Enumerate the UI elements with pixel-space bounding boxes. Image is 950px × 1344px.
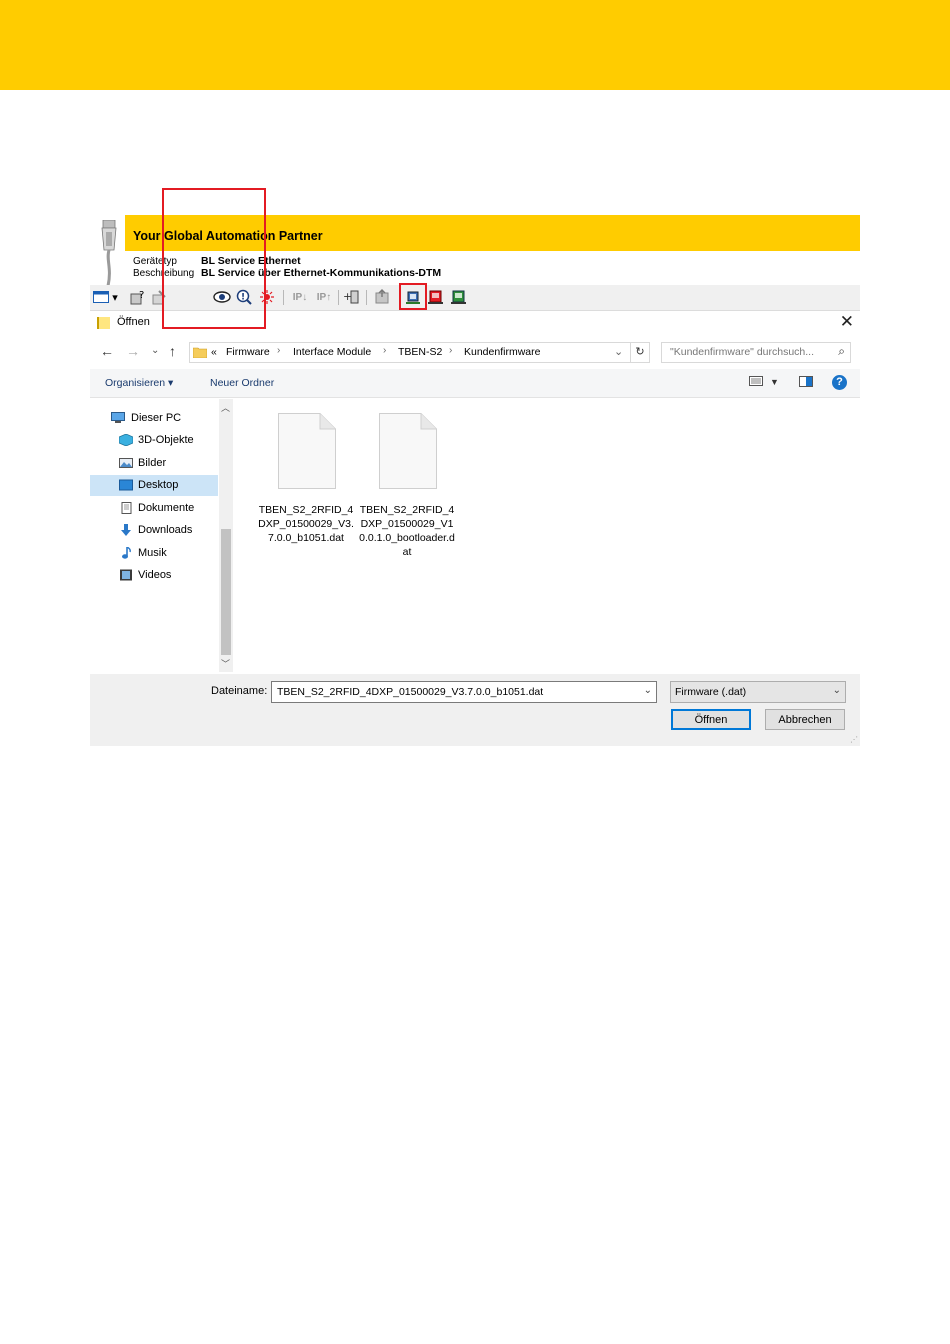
computer-icon: [111, 412, 125, 424]
firmware-icon-highlight: [399, 283, 427, 310]
command-bar: Organisieren ▾ Neuer Ordner ▼ ?: [90, 369, 860, 398]
desktop-icon: [119, 479, 133, 491]
file-name: TBEN_S2_2RFID_4DXP_01500029_V3.7.0.0_b10…: [258, 504, 354, 544]
tree-scrollbar[interactable]: ︿ ﹀: [219, 399, 233, 672]
filename-label: Dateiname:: [211, 685, 268, 697]
svg-text:?: ?: [139, 290, 144, 301]
view-dropdown-icon[interactable]: ▼: [770, 377, 779, 387]
view-dropdown-icon[interactable]: ▾: [110, 289, 120, 305]
scrollbar-thumb[interactable]: [221, 529, 231, 655]
ip-download-icon[interactable]: IP↓: [289, 289, 311, 305]
music-icon: [119, 546, 133, 559]
tree-item-dokumente[interactable]: Dokumente: [90, 498, 218, 519]
cancel-button[interactable]: Abbrechen: [765, 709, 845, 730]
open-button[interactable]: Öffnen: [671, 709, 751, 730]
recent-dropdown-icon[interactable]: ⌄: [151, 345, 159, 356]
back-arrow-icon[interactable]: ←: [100, 343, 114, 359]
pictures-icon: [119, 457, 133, 469]
tree-item-label: Desktop: [138, 479, 179, 491]
forward-arrow-icon[interactable]: →: [126, 343, 140, 359]
breadcrumb-overflow[interactable]: «: [211, 346, 217, 358]
toolbar-separator: [283, 290, 284, 305]
download-icon: [119, 524, 133, 536]
dialog-title: Öffnen: [117, 316, 150, 328]
tree-item-label: Musik: [138, 547, 167, 559]
selected-file-highlight: [162, 188, 266, 329]
cube-icon: [118, 433, 134, 447]
device-green-icon[interactable]: [450, 289, 468, 305]
tree-item-musik[interactable]: Musik: [90, 543, 218, 564]
resize-grip-icon[interactable]: ⋰: [850, 735, 858, 744]
preview-pane-icon[interactable]: [799, 376, 813, 390]
tree-item-label: Bilder: [138, 457, 167, 469]
dialog-app-icon: [97, 317, 110, 329]
chevron-down-icon[interactable]: ⌄: [614, 345, 623, 358]
breadcrumb-interface-module[interactable]: Interface Module: [293, 346, 371, 358]
organize-button[interactable]: Organisieren ▾: [105, 377, 173, 389]
scroll-down-icon[interactable]: ﹀: [221, 657, 230, 670]
upload-device-icon[interactable]: [373, 289, 391, 305]
navigation-row: ← → ⌄ ↑ « Firmware › Interface Module › …: [90, 339, 860, 365]
page-header-band: [0, 0, 950, 90]
tree-item-dieser-pc[interactable]: Dieser PC: [90, 408, 218, 429]
close-icon[interactable]: ✕: [840, 312, 854, 332]
tree-item-label: Videos: [138, 569, 172, 581]
breadcrumb-kundenfirmware[interactable]: Kundenfirmware: [464, 346, 540, 358]
file-icon: [379, 413, 437, 489]
ethernet-cable-icon: [101, 220, 117, 286]
tree-item-videos[interactable]: Videos: [90, 565, 218, 586]
filename-value: TBEN_S2_2RFID_4DXP_01500029_V3.7.0.0_b10…: [277, 686, 544, 698]
chevron-down-icon[interactable]: ⌄: [644, 685, 652, 696]
file-list: TBEN_S2_2RFID_4DXP_01500029_V3.7.0.0_b10…: [238, 399, 860, 674]
folder-icon: [193, 347, 207, 358]
search-icon: ⌕: [838, 344, 845, 358]
tree-item-3d-objekte[interactable]: 3D-Objekte: [90, 430, 218, 451]
search-placeholder: "Kundenfirmware" durchsuch...: [670, 346, 815, 358]
device-red-icon[interactable]: [427, 289, 445, 305]
help-icon[interactable]: ?: [832, 375, 847, 390]
ip-upload-icon[interactable]: IP↑: [313, 289, 335, 305]
dialog-footer: Dateiname: TBEN_S2_2RFID_4DXP_01500029_V…: [90, 674, 860, 746]
navigation-tree: Dieser PC 3D-Objekte Bilder Desktop Doku…: [90, 399, 233, 669]
tree-item-downloads[interactable]: Downloads: [90, 520, 218, 541]
document-icon: [119, 502, 133, 514]
tree-item-bilder[interactable]: Bilder: [90, 453, 218, 474]
up-arrow-icon[interactable]: ↑: [169, 343, 176, 359]
breadcrumb-firmware[interactable]: Firmware: [226, 346, 270, 358]
file-name: TBEN_S2_2RFID_4DXP_01500029_V10.0.1.0_bo…: [359, 504, 455, 558]
refresh-icon[interactable]: ↻: [630, 342, 650, 363]
file-item[interactable]: TBEN_S2_2RFID_4DXP_01500029_V3.7.0.0_b10…: [256, 407, 356, 547]
video-icon: [119, 569, 133, 581]
search-input[interactable]: "Kundenfirmware" durchsuch... ⌕: [661, 342, 851, 363]
breadcrumb-tben-s2[interactable]: TBEN-S2: [398, 346, 442, 358]
chevron-right-icon: ›: [277, 345, 281, 356]
chevron-right-icon: ›: [383, 345, 387, 356]
view-options-icon[interactable]: [749, 376, 763, 389]
filename-input[interactable]: TBEN_S2_2RFID_4DXP_01500029_V3.7.0.0_b10…: [271, 681, 657, 703]
device-help-icon[interactable]: ?: [128, 289, 146, 305]
toolbar-separator: [338, 290, 339, 305]
tree-item-desktop[interactable]: Desktop: [90, 475, 218, 496]
file-icon: [278, 413, 336, 489]
file-type-select[interactable]: Firmware (.dat) ⌄: [670, 681, 846, 703]
file-item[interactable]: TBEN_S2_2RFID_4DXP_01500029_V10.0.1.0_bo…: [357, 407, 457, 558]
add-module-icon[interactable]: +: [343, 289, 361, 305]
tree-item-label: 3D-Objekte: [138, 434, 194, 446]
address-bar[interactable]: « Firmware › Interface Module › TBEN-S2 …: [189, 342, 631, 363]
toolbar-separator: [366, 290, 367, 305]
tree-item-label: Dokumente: [138, 502, 195, 514]
scroll-up-icon[interactable]: ︿: [221, 401, 230, 414]
view-icon[interactable]: [92, 289, 110, 305]
tree-item-label: Dieser PC: [131, 412, 182, 424]
open-file-dialog: Öffnen ✕ ← → ⌄ ↑ « Firmware › Interface …: [90, 311, 860, 746]
file-type-value: Firmware (.dat): [675, 686, 747, 698]
chevron-down-icon: ⌄: [832, 685, 841, 696]
chevron-right-icon: ›: [449, 345, 453, 356]
tree-item-label: Downloads: [138, 524, 193, 536]
new-folder-button[interactable]: Neuer Ordner: [210, 377, 274, 389]
